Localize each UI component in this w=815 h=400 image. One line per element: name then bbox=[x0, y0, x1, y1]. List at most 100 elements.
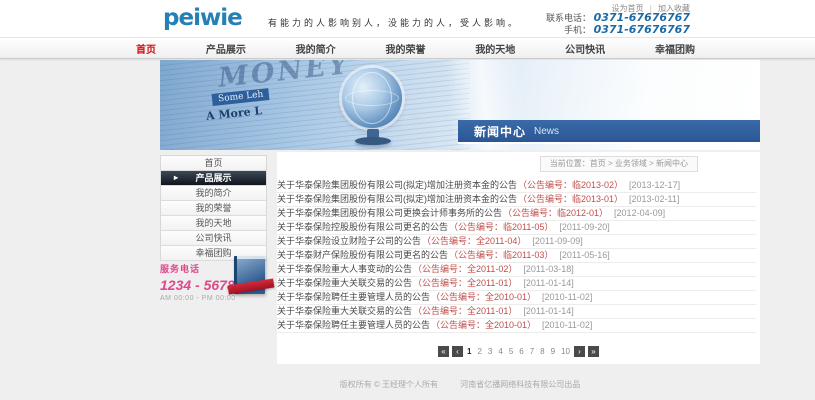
news-title-link[interactable]: 关于华泰保险聘任主要管理人员的公告 bbox=[277, 291, 430, 304]
pagination-page-number[interactable]: 1 bbox=[466, 347, 472, 356]
globe-equator bbox=[345, 90, 399, 106]
news-title-link[interactable]: 关于华泰保险集团股份有限公司更换会计师事务所的公告 bbox=[277, 207, 502, 220]
news-date: [2010-11-02] bbox=[542, 319, 592, 332]
nav-items: 首页 产品展示 我的简介 我的荣誉 我的天地 公司快讯 幸福团购 bbox=[128, 38, 703, 58]
news-row[interactable]: 关于华泰保险重大关联交易的公告 （公告编号：全2011-01） [2011-01… bbox=[277, 305, 756, 319]
news-row[interactable]: 关于华泰财产保险股份有限公司更名的公告 （公告编号：临2011-03） [201… bbox=[277, 249, 756, 263]
sidebar-menu-item[interactable]: 我的荣誉 bbox=[161, 201, 266, 216]
news-row[interactable]: 关于华泰保险重大关联交易的公告 （公告编号：全2011-01） [2011-01… bbox=[277, 277, 756, 291]
news-title-link[interactable]: 关于华泰保险集团股份有限公司(拟定)增加注册资本金的公告 bbox=[277, 193, 517, 206]
news-title-link[interactable]: 关于华泰财产保险股份有限公司更名的公告 bbox=[277, 249, 448, 262]
producer-text[interactable]: 河南省亿播网络科技有限公司出品 bbox=[460, 380, 580, 389]
news-announcement-code: （公告编号：临2013-01） bbox=[518, 193, 623, 206]
nav-item[interactable]: 我的荣誉 bbox=[377, 41, 433, 56]
news-date: [2013-02-11] bbox=[629, 193, 679, 206]
pagination-page-number[interactable]: 3 bbox=[487, 347, 493, 356]
news-row[interactable]: 关于华泰保险聘任主要管理人员的公告 （公告编号：全2010-01） [2010-… bbox=[277, 319, 756, 333]
pagination-first-button[interactable]: « bbox=[438, 346, 449, 357]
pagination-page-number[interactable]: 9 bbox=[550, 347, 556, 356]
news-announcement-code: （公告编号：全2011-02） bbox=[413, 263, 517, 276]
pagination-page-number[interactable]: 4 bbox=[497, 347, 503, 356]
pagination-page-number[interactable]: 7 bbox=[529, 347, 535, 356]
news-announcement-code: （公告编号：临2013-02） bbox=[518, 179, 623, 192]
globe-icon bbox=[342, 68, 402, 128]
footer: 版权所有 © 王经理个人所有 河南省亿播网络科技有限公司出品 bbox=[160, 379, 760, 390]
logo[interactable]: peiwie bbox=[163, 5, 242, 31]
book-pages-edge bbox=[237, 256, 265, 259]
news-title-link[interactable]: 关于华泰保险聘任主要管理人员的公告 bbox=[277, 319, 430, 332]
news-title-link[interactable]: 关于华泰保险重大关联交易的公告 bbox=[277, 277, 412, 290]
globe-base bbox=[355, 137, 391, 145]
breadcrumb-path[interactable]: 首页 > 业务领域 > 新闻中心 bbox=[590, 159, 688, 168]
sidebar-menu-item[interactable]: 我的天地 bbox=[161, 216, 266, 231]
pagination-page-number[interactable]: 8 bbox=[539, 347, 545, 356]
pagination-page-number[interactable]: 6 bbox=[518, 347, 524, 356]
news-title-link[interactable]: 关于华泰保险重大关联交易的公告 bbox=[277, 305, 412, 318]
news-date: [2011-05-16] bbox=[559, 249, 609, 262]
sidebar-menu-item[interactable]: 首页 bbox=[161, 156, 266, 171]
nav-item[interactable]: 产品展示 bbox=[198, 41, 254, 56]
news-announcement-code: （公告编号：全2010-01） bbox=[431, 319, 536, 332]
news-announcement-code: （公告编号：临2011-05） bbox=[449, 221, 553, 234]
news-title-link[interactable]: 关于华泰保险重大人事变动的公告 bbox=[277, 263, 412, 276]
header: peiwie 有能力的人影响别人，没能力的人，受人影响。 设为首页 | 加入收藏… bbox=[0, 0, 815, 37]
news-row[interactable]: 关于华泰保险设立财险子公司的公告 （公告编号：全2011-04） [2011-0… bbox=[277, 235, 756, 249]
pagination-page-number[interactable]: 5 bbox=[508, 347, 514, 356]
service-phone-box: 服务电话 1234 - 5678 AM 00:00 - PM 00:00 bbox=[160, 262, 267, 314]
contact-mobile-label: 手机： bbox=[564, 25, 591, 35]
news-announcement-code: （公告编号：临2011-03） bbox=[449, 249, 553, 262]
contact-info: 联系电话： 0371-67676767 手机： 0371-67676767 bbox=[546, 12, 690, 36]
news-date: [2011-09-20] bbox=[559, 221, 609, 234]
news-announcement-code: （公告编号：临2012-01） bbox=[503, 207, 608, 220]
pagination: « ‹ 123456789 10 › » bbox=[277, 346, 760, 357]
news-date: [2013-12-17] bbox=[629, 179, 680, 192]
contact-mobile-number: 0371-67676767 bbox=[594, 23, 690, 36]
slogan-text: 有能力的人影响别人，没能力的人，受人影响。 bbox=[268, 16, 520, 29]
news-list: 关于华泰保险集团股份有限公司(拟定)增加注册资本金的公告 （公告编号：临2013… bbox=[277, 179, 756, 333]
news-title-link[interactable]: 关于华泰保险设立财险子公司的公告 bbox=[277, 235, 421, 248]
news-banner: MONEY Some Leh A More L 新闻中心 News bbox=[160, 60, 760, 150]
news-title-link[interactable]: 关于华泰保险集团股份有限公司(拟定)增加注册资本金的公告 bbox=[277, 179, 517, 192]
sidebar-menu-item[interactable]: 产品展示 bbox=[161, 171, 266, 186]
news-row[interactable]: 关于华泰保险集团股份有限公司更换会计师事务所的公告 （公告编号：临2012-01… bbox=[277, 207, 756, 221]
main-nav: 首页 产品展示 我的简介 我的荣誉 我的天地 公司快讯 幸福团购 bbox=[0, 37, 815, 59]
sidebar-menu: 首页产品展示我的简介我的荣誉我的天地公司快讯幸福团购 bbox=[160, 155, 267, 261]
nav-item[interactable]: 我的简介 bbox=[288, 41, 344, 56]
pagination-pages: 123456789 10 bbox=[466, 347, 571, 356]
page: peiwie 有能力的人影响别人，没能力的人，受人影响。 设为首页 | 加入收藏… bbox=[0, 0, 815, 400]
pagination-page-number[interactable]: 2 bbox=[476, 347, 482, 356]
news-row[interactable]: 关于华泰保险聘任主要管理人员的公告 （公告编号：全2010-01） [2010-… bbox=[277, 291, 756, 305]
news-announcement-code: （公告编号：全2011-01） bbox=[413, 277, 517, 290]
news-date: [2011-09-09] bbox=[532, 235, 582, 248]
nav-item[interactable]: 公司快讯 bbox=[557, 41, 613, 56]
nav-item[interactable]: 首页 bbox=[128, 41, 164, 56]
pagination-page-number[interactable]: 10 bbox=[560, 347, 571, 356]
nav-item[interactable]: 我的天地 bbox=[467, 41, 523, 56]
pagination-next-button[interactable]: › bbox=[574, 346, 585, 357]
copyright-text: 版权所有 © 王经理个人所有 bbox=[340, 380, 438, 389]
section-title-en: News bbox=[534, 126, 559, 137]
service-hours: AM 00:00 - PM 00:00 bbox=[160, 295, 267, 302]
news-announcement-code: （公告编号：全2011-01） bbox=[413, 305, 517, 318]
news-row[interactable]: 关于华泰保险集团股份有限公司(拟定)增加注册资本金的公告 （公告编号：临2013… bbox=[277, 179, 756, 193]
section-title: 新闻中心 bbox=[474, 123, 526, 140]
news-row[interactable]: 关于华泰保险重大人事变动的公告 （公告编号：全2011-02） [2011-03… bbox=[277, 263, 756, 277]
pagination-last-button[interactable]: » bbox=[588, 346, 599, 357]
news-announcement-code: （公告编号：全2010-01） bbox=[431, 291, 536, 304]
news-date: [2010-11-02] bbox=[542, 291, 592, 304]
news-announcement-code: （公告编号：全2011-04） bbox=[422, 235, 526, 248]
sidebar-menu-item[interactable]: 公司快讯 bbox=[161, 231, 266, 246]
nav-item[interactable]: 幸福团购 bbox=[647, 41, 703, 56]
news-date: [2012-04-09] bbox=[614, 207, 665, 220]
breadcrumb: 当前位置：首页 > 业务领域 > 新闻中心 bbox=[540, 156, 698, 172]
section-title-bar: 新闻中心 News bbox=[458, 120, 760, 144]
news-row[interactable]: 关于华泰保险集团股份有限公司(拟定)增加注册资本金的公告 （公告编号：临2013… bbox=[277, 193, 756, 207]
sidebar-menu-item[interactable]: 我的简介 bbox=[161, 186, 266, 201]
main-content: 当前位置：首页 > 业务领域 > 新闻中心 关于华泰保险集团股份有限公司(拟定)… bbox=[277, 152, 760, 364]
pagination-prev-button[interactable]: ‹ bbox=[452, 346, 463, 357]
news-date: [2011-01-14] bbox=[523, 277, 573, 290]
news-date: [2011-01-14] bbox=[523, 305, 573, 318]
contact-phone-label: 联系电话： bbox=[546, 13, 591, 23]
news-row[interactable]: 关于华泰保险控股股份有限公司更名的公告 （公告编号：临2011-05） [201… bbox=[277, 221, 756, 235]
news-title-link[interactable]: 关于华泰保险控股股份有限公司更名的公告 bbox=[277, 221, 448, 234]
